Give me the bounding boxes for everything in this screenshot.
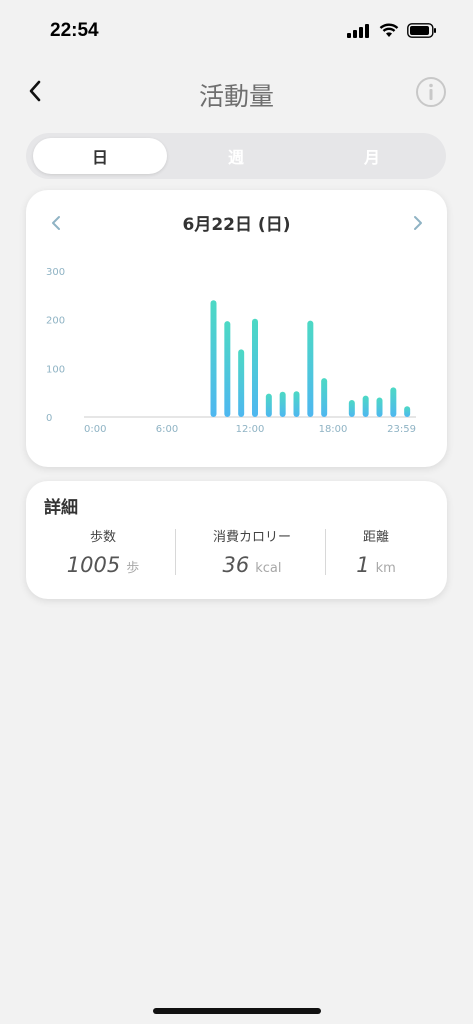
chart-bar bbox=[321, 378, 328, 417]
details-title: 詳細 bbox=[44, 498, 78, 518]
steps-stat: 歩数 1005 歩 bbox=[33, 526, 173, 577]
x-tick-label: 12:00 bbox=[236, 424, 265, 435]
calories-label: 消費カロリー bbox=[212, 530, 291, 545]
status-icons bbox=[347, 23, 437, 38]
nav-bar: 活動量 bbox=[0, 62, 473, 122]
y-tick-label: 0 bbox=[46, 413, 52, 424]
chart-bar bbox=[376, 397, 383, 417]
status-time: 22:54 bbox=[50, 20, 99, 41]
distance-value-row: 1 km bbox=[306, 553, 446, 577]
distance-label: 距離 bbox=[362, 530, 389, 545]
chart-bar bbox=[404, 406, 411, 417]
calories-stat: 消費カロリー 36 kcal bbox=[182, 526, 322, 577]
period-tabs: 日 週 月 bbox=[26, 133, 446, 179]
chart-bar bbox=[265, 393, 272, 417]
date-nav: 6月22日 (日) bbox=[26, 210, 447, 236]
chart-bar bbox=[362, 395, 369, 417]
steps-label: 歩数 bbox=[89, 530, 116, 545]
chart-bar bbox=[224, 321, 231, 417]
signal-icon bbox=[347, 23, 369, 38]
chart-bar bbox=[252, 318, 258, 417]
tab-week[interactable]: 週 bbox=[169, 138, 303, 174]
next-day-button[interactable] bbox=[408, 212, 428, 234]
x-tick-label: 0:00 bbox=[84, 424, 106, 435]
steps-bar-chart: 300 200 100 0 0:00 6:00 12:00 18:00 23:59 bbox=[46, 267, 416, 435]
chart-bar bbox=[348, 399, 355, 417]
distance-stat: 距離 1 km bbox=[306, 526, 446, 577]
distance-value: 1 bbox=[356, 553, 370, 577]
home-indicator[interactable] bbox=[153, 1008, 321, 1014]
y-tick-label: 200 bbox=[46, 316, 65, 327]
chart-bar bbox=[293, 391, 300, 417]
chart-bar bbox=[238, 349, 245, 417]
tab-day[interactable]: 日 bbox=[33, 138, 167, 174]
chart-bar bbox=[390, 387, 397, 417]
calories-unit: kcal bbox=[255, 561, 282, 576]
status-bar: 22:54 bbox=[0, 0, 473, 60]
activity-chart-card: 6月22日 (日) 300 200 100 0 0:00 6:00 12:00 18:00 2… bbox=[26, 190, 447, 467]
x-tick-label: 18:00 bbox=[319, 424, 348, 435]
x-tick-label: 23:59 bbox=[387, 424, 416, 435]
steps-unit: 歩 bbox=[126, 561, 140, 576]
chart-bar bbox=[210, 300, 217, 417]
wifi-icon bbox=[379, 23, 399, 37]
distance-unit: km bbox=[375, 561, 396, 576]
calories-value-row: 36 kcal bbox=[182, 553, 322, 577]
date-label: 6月22日 (日) bbox=[182, 215, 291, 235]
tab-month[interactable]: 月 bbox=[305, 138, 439, 174]
calories-value: 36 bbox=[222, 553, 250, 577]
steps-value: 1005 bbox=[66, 553, 121, 577]
page-title: 活動量 bbox=[198, 82, 274, 111]
details-card: 詳細 歩数 1005 歩 消費カロリー 36 kcal 距離 1 km bbox=[26, 481, 447, 599]
divider bbox=[175, 529, 176, 575]
battery-icon bbox=[407, 23, 436, 38]
y-tick-label: 300 bbox=[46, 267, 65, 278]
x-tick-label: 6:00 bbox=[156, 424, 178, 435]
chart-bar bbox=[307, 320, 314, 417]
info-icon[interactable] bbox=[415, 76, 447, 108]
y-tick-label: 100 bbox=[46, 364, 65, 375]
steps-value-row: 1005 歩 bbox=[33, 553, 173, 577]
chart-bar bbox=[279, 391, 286, 417]
